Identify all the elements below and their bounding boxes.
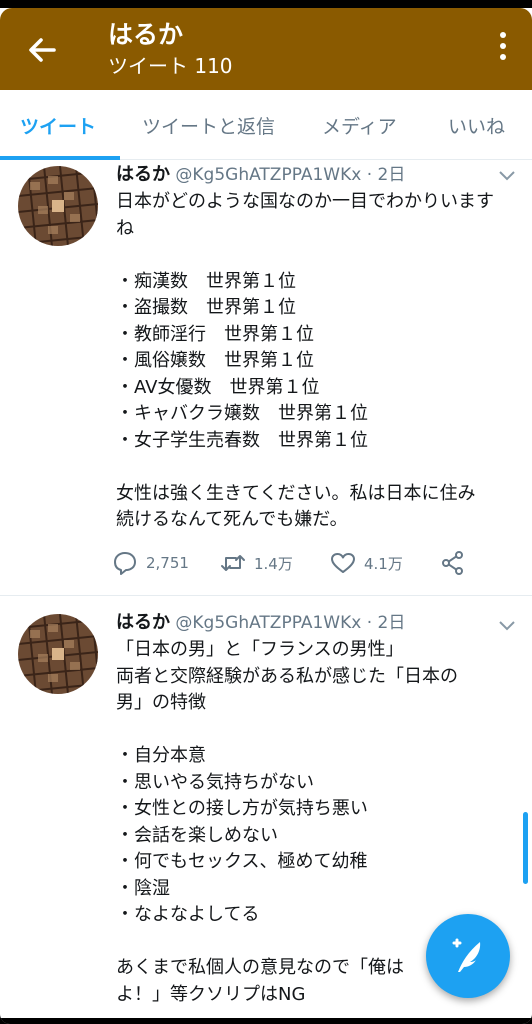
arrow-left-icon[interactable] bbox=[24, 32, 60, 68]
retweet-icon bbox=[221, 555, 245, 571]
tweet-line: ・痴漢数 世界第１位 bbox=[116, 270, 296, 292]
tab-tweets[interactable]: ツイート bbox=[20, 112, 96, 139]
tweet-line: ・陰湿 bbox=[116, 877, 170, 899]
tweet-header: はるか @Kg5GhATZPPA1WKx · 2日 bbox=[116, 163, 405, 187]
tweet-line bbox=[116, 454, 521, 481]
like-button[interactable]: 4.1万 bbox=[330, 550, 403, 576]
compose-tweet-button[interactable] bbox=[426, 914, 510, 998]
chevron-down-icon[interactable] bbox=[498, 170, 516, 182]
reply-button[interactable]: 2,751 bbox=[112, 550, 189, 576]
chevron-down-icon[interactable] bbox=[498, 620, 516, 632]
tweet-time: 2日 bbox=[377, 165, 406, 185]
author-handle[interactable]: @Kg5GhATZPPA1WKx bbox=[175, 613, 361, 633]
profile-screen: はるか ツイート 110 ツイート ツイートと返信 メディア いいね はるか @… bbox=[0, 0, 532, 1024]
tweet-header: はるか @Kg5GhATZPPA1WKx · 2日 bbox=[116, 611, 405, 635]
tweet-line: ・教師淫行 世界第１位 bbox=[116, 323, 314, 345]
reply-icon bbox=[114, 552, 136, 575]
bottom-edge bbox=[0, 1018, 532, 1024]
tweet-line bbox=[116, 717, 521, 744]
tweet-actions: 2,751 1.4万 4.1万 bbox=[112, 550, 492, 578]
heart-icon bbox=[331, 553, 355, 573]
profile-name-title: はるか bbox=[108, 20, 184, 49]
tweet-line: ・思いやる気持ちがない bbox=[116, 771, 314, 793]
share-icon bbox=[442, 551, 463, 575]
reply-count: 2,751 bbox=[146, 554, 189, 572]
author-handle[interactable]: @Kg5GhATZPPA1WKx bbox=[175, 165, 361, 185]
tweet-line: 「日本の男」と「フランスの男性」 bbox=[116, 639, 404, 660]
tab-media[interactable]: メディア bbox=[322, 112, 397, 139]
tweet-line: ・何でもセックス、極めて幼稚 bbox=[116, 851, 368, 872]
compose-feather-icon bbox=[452, 938, 481, 972]
avatar[interactable] bbox=[18, 166, 98, 246]
tweet-line: 日本がどのような国なのか一目でわかりいます bbox=[116, 191, 494, 212]
tweet-text: 日本がどのような国なのか一目でわかりいます ね ・痴漢数 世界第１位 ・盗撮数 … bbox=[116, 189, 521, 534]
tweet-line: ・女性との接し方が気持ち悪い bbox=[116, 798, 368, 819]
tweet-line: ・キャバクラ嬢数 世界第１位 bbox=[116, 403, 368, 424]
tab-tweets-and-replies[interactable]: ツイートと返信 bbox=[142, 112, 275, 139]
tweet-count: ツイート 110 bbox=[108, 54, 233, 78]
tweet-line: ・AV女優数 世界第１位 bbox=[116, 376, 320, 398]
tweet-line: 両者と交際経験がある私が感じた「日本の bbox=[116, 665, 458, 687]
tab-likes[interactable]: いいね bbox=[448, 112, 505, 139]
tweet-line: ・会話を楽しめない bbox=[116, 824, 278, 846]
tweet-line: ね bbox=[116, 217, 134, 239]
header-titles: はるか ツイート 110 bbox=[108, 18, 233, 80]
tweet-time: 2日 bbox=[377, 613, 406, 633]
separator-dot: · bbox=[366, 165, 373, 185]
author-name[interactable]: はるか bbox=[116, 164, 170, 185]
status-bar bbox=[0, 0, 532, 8]
profile-tabs: ツイート ツイートと返信 メディア いいね bbox=[0, 90, 532, 160]
retweet-count: 1.4万 bbox=[254, 554, 293, 573]
scrollbar-thumb[interactable] bbox=[523, 812, 528, 884]
tweet-line: ・風俗嬢数 世界第１位 bbox=[116, 350, 314, 371]
retweet-button[interactable]: 1.4万 bbox=[220, 550, 293, 576]
separator-dot: · bbox=[366, 613, 373, 633]
tweet-line: 女性は強く生きてください。私は日本に住み bbox=[116, 482, 476, 504]
tweet-line: ・女子学生売春数 世界第１位 bbox=[116, 429, 368, 451]
tweet-line bbox=[116, 242, 521, 269]
tweet-line: ・自分本意 bbox=[116, 745, 206, 766]
tweet-card[interactable]: はるか @Kg5GhATZPPA1WKx · 2日 日本がどのような国なのか一目… bbox=[0, 160, 532, 596]
author-name[interactable]: はるか bbox=[116, 612, 170, 633]
app-bar: はるか ツイート 110 bbox=[0, 8, 532, 90]
like-count: 4.1万 bbox=[364, 554, 403, 573]
more-vertical-icon[interactable] bbox=[498, 32, 508, 68]
tweet-line: ・盗撮数 世界第１位 bbox=[116, 297, 296, 318]
tweet-line: 男」の特徴 bbox=[116, 692, 206, 713]
share-button[interactable] bbox=[440, 550, 466, 576]
avatar[interactable] bbox=[18, 614, 98, 694]
tweet-line: 続けるなんて死んでも嫌だ。 bbox=[116, 509, 348, 530]
